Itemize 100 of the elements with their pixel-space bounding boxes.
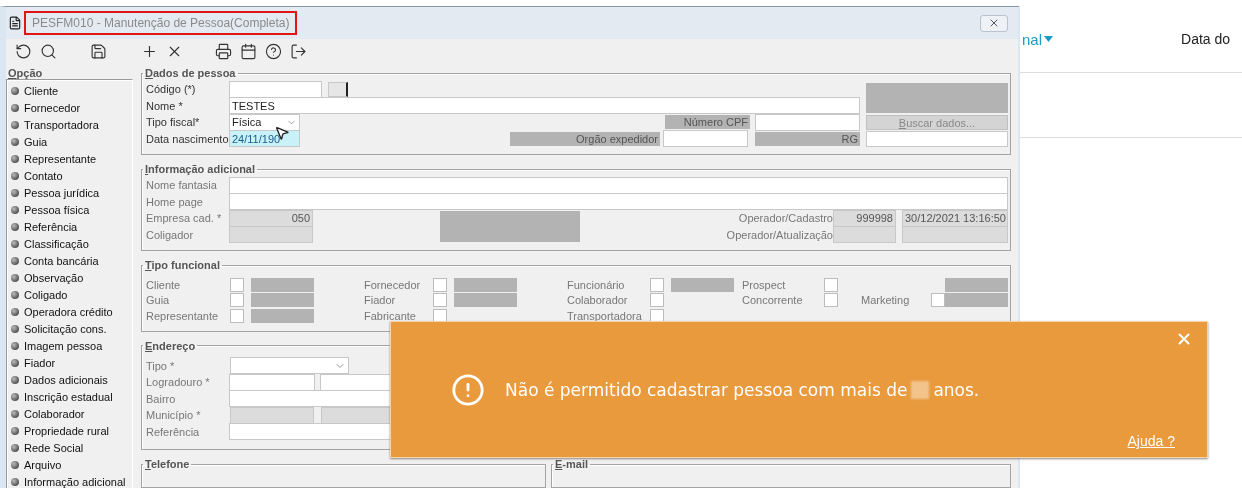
field-label: Home page [146, 195, 204, 208]
field-label: Operador/Atualização [725, 228, 833, 241]
document-icon [8, 16, 22, 30]
field-label: Transportadora [567, 309, 642, 322]
field-label: Marketing [861, 294, 910, 307]
section-title: Endereço [144, 339, 197, 352]
sidebar-item[interactable]: Dados adicionais [11, 371, 132, 388]
field-label: Referência [146, 425, 201, 438]
readonly-field [251, 308, 314, 323]
sidebar-item[interactable]: Guia [11, 133, 132, 150]
checkbox[interactable] [824, 293, 838, 308]
section-title: Informação adicional [144, 163, 257, 175]
sidebar-item[interactable]: Representante [11, 150, 132, 167]
field-label: Nome fantasia [146, 179, 218, 192]
help-button[interactable] [264, 42, 282, 60]
readonly-field [671, 277, 734, 292]
input-field[interactable]: TESTES [229, 97, 860, 115]
field-label: Município * [146, 409, 202, 422]
alert-icon [451, 372, 485, 407]
sidebar-item[interactable]: Solicitação cons. [11, 320, 132, 337]
sidebar-item[interactable]: Classificação [11, 235, 132, 252]
checkbox[interactable] [230, 277, 244, 292]
alert-message: Não é permitido cadastrar pessoa com mais de anos. [505, 379, 980, 400]
checkbox[interactable] [650, 293, 664, 308]
field-label: Data nascimento [146, 132, 229, 145]
lookup-button[interactable] [328, 81, 348, 97]
readonly-field [251, 293, 314, 308]
field-label: Fabricante [364, 309, 416, 322]
field-label: Representante [146, 309, 219, 322]
printer-button[interactable] [214, 42, 232, 60]
field-label: Código (*) [146, 83, 197, 96]
field-label: Fornecedor [364, 278, 421, 291]
search-button[interactable] [39, 42, 57, 60]
sidebar-item[interactable]: Cliente [11, 82, 132, 99]
field-label: Orgão expedidor [510, 131, 660, 146]
checkbox[interactable] [433, 308, 447, 323]
field-label: Tipo * [146, 359, 176, 372]
input-field[interactable] [229, 80, 322, 98]
sidebar-item[interactable]: Coligado [11, 286, 132, 303]
sidebar-item[interactable]: Pessoa jurídica [11, 184, 132, 201]
sidebar-item[interactable]: Conta bancária [11, 252, 132, 269]
field-label: Logradouro * [146, 376, 211, 389]
checkbox[interactable] [650, 308, 664, 323]
readonly-field [454, 277, 517, 292]
sidebar-item[interactable]: Transportadora [11, 116, 132, 133]
field-label: Nome * [146, 99, 184, 112]
column-header: Data do [1181, 31, 1231, 47]
save-button[interactable] [89, 42, 107, 60]
readonly-field [945, 277, 1008, 292]
sidebar-item[interactable]: Inscrição estadual [11, 388, 132, 405]
field-label: RG [755, 131, 860, 146]
input-field[interactable] [663, 130, 748, 148]
sidebar-item[interactable]: Imagem pessoa [11, 337, 132, 354]
field-label: Colaborador [567, 294, 628, 307]
close-button[interactable] [980, 14, 1008, 32]
section-title: Telefone [144, 458, 191, 470]
field-label: Guia [146, 294, 170, 307]
field-label: Bairro [146, 392, 177, 405]
checkbox[interactable] [230, 308, 244, 323]
checkbox[interactable] [824, 277, 838, 292]
field-label: Número CPF [665, 115, 750, 130]
sidebar-item[interactable]: Informação adicional [11, 473, 132, 488]
sidebar-item[interactable]: Fiador [11, 354, 132, 371]
checkbox[interactable] [931, 293, 945, 308]
sidebar-item[interactable]: Pessoa física [11, 201, 132, 218]
sidebar-item[interactable]: Operadora crédito [11, 303, 132, 320]
input-field[interactable] [866, 131, 1008, 147]
checkbox[interactable] [650, 277, 664, 292]
section-title: Dados de pessoa [144, 67, 237, 79]
select-field[interactable] [230, 357, 349, 375]
sidebar-item[interactable]: Observação [11, 269, 132, 286]
field-label: Prospect [742, 278, 786, 291]
sidebar-item[interactable]: Fornecedor [11, 99, 132, 116]
field-label: Fiador [364, 294, 396, 307]
field-label: Tipo fiscal* [146, 116, 201, 129]
field-label: Operador/Cadastro [737, 212, 833, 225]
sidebar-item[interactable]: Propriedade rural [11, 422, 132, 439]
input-field[interactable] [229, 193, 1008, 211]
calendar-button[interactable] [239, 42, 257, 60]
sidebar-item[interactable]: Contato [11, 167, 132, 184]
sidebar-item[interactable]: Arquivo [11, 456, 132, 473]
field-label: Concorrente [742, 294, 803, 307]
readonly-field [454, 293, 517, 308]
readonly-field [251, 277, 314, 292]
section-title: E-mail [554, 458, 590, 470]
field-label: Cliente [146, 278, 181, 291]
window-title: PESFM010 - Manutenção de Pessoa(Completa) [32, 16, 290, 30]
checkbox[interactable] [230, 293, 244, 308]
field-label: Coligador [146, 228, 195, 241]
caret-icon [1044, 36, 1054, 42]
sidebar-item[interactable]: Colaborador [11, 405, 132, 422]
input-field[interactable] [229, 176, 1008, 194]
checkbox[interactable] [433, 293, 447, 308]
checkbox[interactable] [433, 277, 447, 292]
undo-button[interactable] [14, 42, 32, 60]
section-title: Tipo funcional [144, 259, 221, 271]
sidebar-item[interactable]: Rede Social [11, 439, 132, 456]
sidebar-item[interactable]: Referência [11, 218, 132, 235]
exit-button[interactable] [289, 42, 307, 60]
field-label: Empresa cad. * [146, 212, 223, 225]
